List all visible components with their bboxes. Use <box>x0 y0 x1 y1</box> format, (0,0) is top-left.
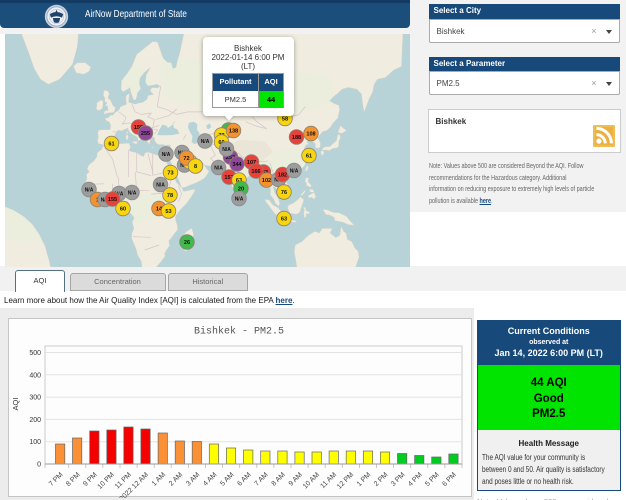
svg-text:182: 182 <box>278 172 287 178</box>
svg-text:100: 100 <box>29 439 41 446</box>
svg-text:5 AM: 5 AM <box>219 471 235 487</box>
svg-text:10 PM: 10 PM <box>97 471 116 490</box>
svg-text:4 AM: 4 AM <box>202 471 218 487</box>
svg-text:12 PM: 12 PM <box>336 471 355 490</box>
svg-text:N/A: N/A <box>128 190 137 196</box>
svg-text:76: 76 <box>281 190 287 196</box>
svg-text:N/A: N/A <box>222 147 231 153</box>
svg-text:166: 166 <box>251 169 260 175</box>
svg-text:300: 300 <box>29 395 41 402</box>
svg-text:N/A: N/A <box>290 168 299 174</box>
svg-text:58: 58 <box>282 116 288 122</box>
svg-text:N/A: N/A <box>85 187 94 193</box>
svg-text:N/A: N/A <box>235 196 244 202</box>
svg-text:78: 78 <box>167 193 173 199</box>
svg-text:N/A: N/A <box>214 165 223 171</box>
svg-text:500: 500 <box>29 350 41 357</box>
svg-text:53: 53 <box>165 209 171 215</box>
svg-text:N/A: N/A <box>201 139 210 145</box>
svg-text:6 AM: 6 AM <box>236 471 252 487</box>
svg-text:2 AM: 2 AM <box>168 471 184 487</box>
svg-text:344: 344 <box>232 162 242 168</box>
svg-text:N/A: N/A <box>162 152 171 158</box>
svg-text:72: 72 <box>183 156 189 162</box>
svg-text:0: 0 <box>37 462 41 469</box>
svg-text:3 AM: 3 AM <box>185 471 201 487</box>
svg-text:138: 138 <box>229 128 238 134</box>
svg-text:63: 63 <box>281 216 287 222</box>
svg-text:1 AM: 1 AM <box>151 471 167 487</box>
svg-text:73: 73 <box>167 170 173 176</box>
svg-text:8: 8 <box>194 164 197 170</box>
svg-text:6 PM: 6 PM <box>441 471 458 488</box>
svg-text:108: 108 <box>306 131 315 137</box>
svg-text:155: 155 <box>108 197 117 203</box>
svg-text:2 PM: 2 PM <box>373 471 390 488</box>
svg-text:10 AM: 10 AM <box>302 471 321 490</box>
svg-text:61: 61 <box>306 153 312 159</box>
svg-text:AQI: AQI <box>11 398 20 411</box>
svg-text:200: 200 <box>29 417 41 424</box>
svg-text:255: 255 <box>141 131 150 137</box>
svg-text:5 PM: 5 PM <box>424 471 441 488</box>
svg-text:61: 61 <box>108 141 114 147</box>
svg-text:400: 400 <box>29 372 41 379</box>
svg-text:11 AM: 11 AM <box>319 471 338 490</box>
svg-text:102: 102 <box>262 178 271 184</box>
svg-text:26: 26 <box>184 240 190 246</box>
svg-text:4 PM: 4 PM <box>407 471 424 488</box>
svg-text:60: 60 <box>120 206 126 212</box>
svg-text:188: 188 <box>292 135 301 141</box>
svg-text:7 PM: 7 PM <box>48 471 65 488</box>
svg-text:1 PM: 1 PM <box>356 471 373 488</box>
svg-text:Bishkek - PM2.5: Bishkek - PM2.5 <box>194 326 284 338</box>
svg-text:7 AM: 7 AM <box>253 471 269 487</box>
svg-text:8 AM: 8 AM <box>271 471 287 487</box>
svg-text:N/A: N/A <box>156 182 165 188</box>
svg-text:8 PM: 8 PM <box>65 471 82 488</box>
svg-text:3 PM: 3 PM <box>390 471 407 488</box>
